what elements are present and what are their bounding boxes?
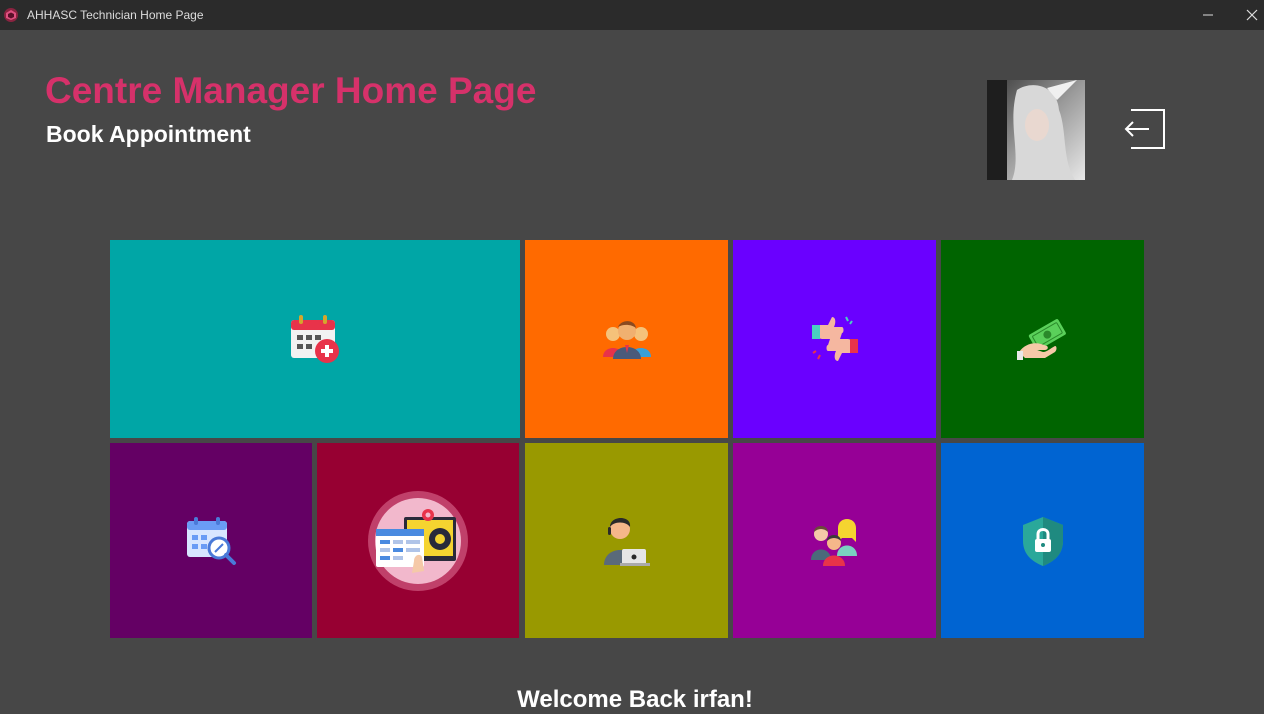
feedback-thumbs-icon [811, 316, 858, 361]
calendar-add-icon [291, 315, 339, 363]
technician-laptop-icon [603, 517, 650, 566]
customers-tile[interactable] [525, 240, 728, 438]
payment-cash-icon [1016, 319, 1066, 360]
minimize-button[interactable] [1188, 0, 1228, 30]
technicians-tile[interactable] [525, 443, 728, 638]
close-icon [1246, 9, 1258, 21]
staff-team-icon [810, 518, 857, 566]
app-logo-icon [4, 8, 18, 22]
view-appointments-tile[interactable] [110, 443, 312, 638]
calendar-search-icon [187, 516, 236, 565]
window-titlebar: AHHASC Technician Home Page [0, 0, 1264, 30]
feedback-tile[interactable] [733, 240, 936, 438]
logout-icon[interactable] [1121, 106, 1167, 152]
staff-tile[interactable] [733, 443, 936, 638]
customers-group-icon [602, 321, 651, 359]
close-button[interactable] [1232, 0, 1264, 30]
page-title: Centre Manager Home Page [45, 70, 537, 111]
user-avatar[interactable] [987, 80, 1085, 180]
minimize-icon [1203, 14, 1213, 16]
payments-tile[interactable] [941, 240, 1144, 438]
window-title: AHHASC Technician Home Page [27, 8, 204, 22]
system-settings-icon [368, 490, 468, 591]
security-tile[interactable] [941, 443, 1144, 638]
security-shield-icon [1022, 516, 1063, 566]
book-appointment-tile[interactable] [110, 240, 520, 438]
system-management-tile[interactable] [317, 443, 519, 638]
welcome-message: Welcome Back irfan! [517, 686, 753, 713]
page-subtitle: Book Appointment [46, 121, 251, 147]
